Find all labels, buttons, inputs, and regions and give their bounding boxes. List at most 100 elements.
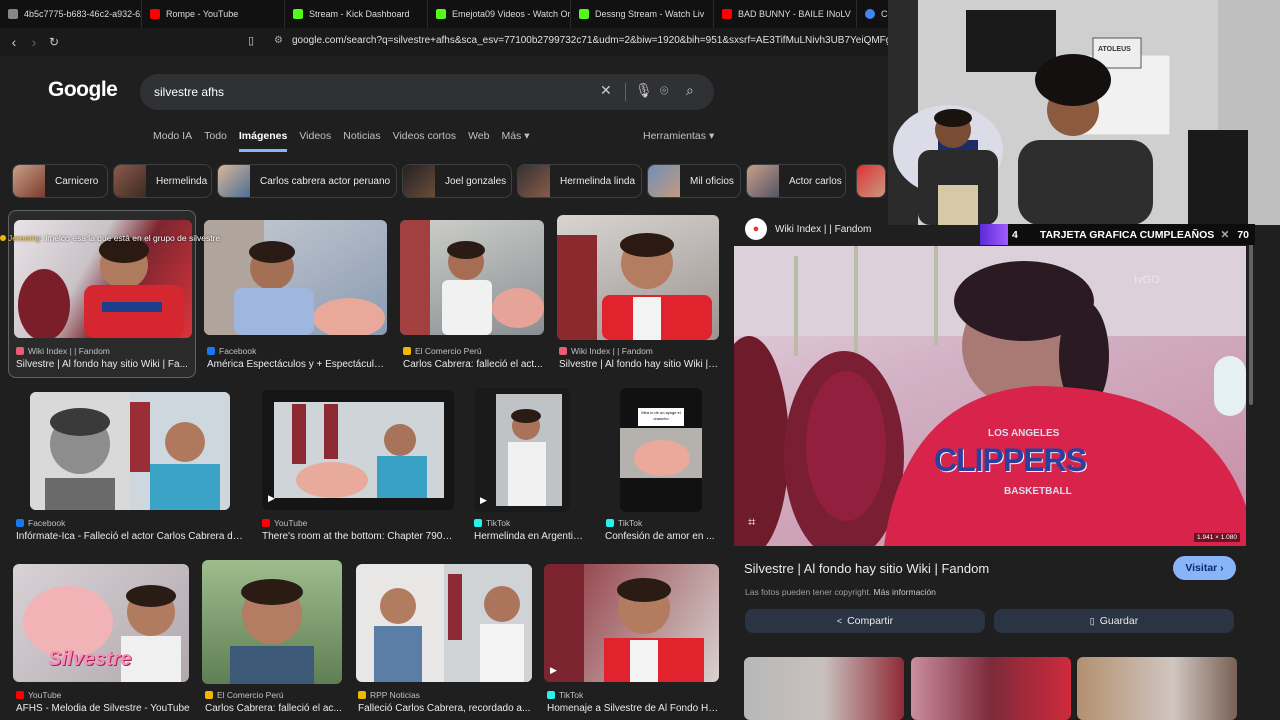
result-title[interactable]: Infórmate-Ica - Falleció el actor Carlos… bbox=[16, 531, 244, 542]
result-thumbnail[interactable] bbox=[356, 564, 532, 682]
result-title[interactable]: América Espectáculos y + Espectáculo... bbox=[207, 359, 387, 370]
result-title[interactable]: There's room at the bottom: Chapter 790 … bbox=[262, 531, 454, 542]
preview-image[interactable]: LOS ANGELES CLIPPERS BASKETBALL tvGO ⌗ 1… bbox=[734, 246, 1246, 546]
related-chip[interactable]: Actor carlos bbox=[746, 164, 846, 198]
result-title[interactable]: AFHS - Melodia de Silvestre - YouTube bbox=[16, 703, 192, 714]
browser-tab[interactable]: Dessng Stream - Watch Liv bbox=[571, 0, 714, 28]
thumbnail-art bbox=[557, 233, 712, 340]
thumbnail-art bbox=[204, 220, 385, 335]
copyright-notice: Las fotos pueden tener copyright. Más in… bbox=[745, 587, 936, 597]
lens-icon[interactable]: ⌾ bbox=[660, 82, 668, 99]
related-image[interactable] bbox=[911, 657, 1071, 720]
result-title[interactable]: Falleció Carlos Cabrera, recordado a... bbox=[358, 703, 532, 714]
result-title[interactable]: Silvestre | Al fondo hay sitio Wiki | Fa… bbox=[16, 359, 188, 370]
result-title[interactable]: Hermelinda en Argentin... bbox=[474, 531, 586, 542]
goal-count: 4 bbox=[1012, 228, 1018, 241]
tab-short-videos[interactable]: Videos cortos bbox=[393, 130, 456, 152]
related-image[interactable] bbox=[744, 657, 904, 720]
result-source: RPP Noticias bbox=[358, 690, 420, 700]
browser-tab[interactable]: BAD BUNNY - BAILE INoLV bbox=[714, 0, 857, 28]
thumbnail-art bbox=[544, 564, 704, 682]
result-source: Facebook bbox=[16, 518, 65, 528]
kick-icon bbox=[293, 9, 303, 19]
result-thumbnail[interactable]: Mira lo de un ayuge el chancho bbox=[620, 388, 702, 512]
tab-web[interactable]: Web bbox=[468, 130, 489, 152]
bookmark-icon: ▯ bbox=[1089, 615, 1095, 626]
result-title[interactable]: Silvestre | Al fondo hay sitio Wiki | ..… bbox=[559, 359, 719, 370]
browser-tab[interactable]: Emejota09 Videos - Watch On bbox=[428, 0, 571, 28]
youtube-icon bbox=[150, 9, 160, 19]
result-title[interactable]: Carlos Cabrera: falleció el ac... bbox=[205, 703, 343, 714]
microphone-icon[interactable]: 🎙 bbox=[635, 82, 653, 99]
panel-scrollbar[interactable] bbox=[1249, 235, 1253, 405]
result-thumbnail[interactable] bbox=[202, 560, 342, 684]
chat-message: Jereemy: lmelco esa la que está en el gr… bbox=[0, 233, 220, 243]
lens-search-icon[interactable]: ⌗ bbox=[748, 514, 755, 530]
related-chip[interactable] bbox=[856, 164, 886, 198]
result-thumbnail[interactable]: ▶ bbox=[544, 564, 719, 682]
tab-more[interactable]: Más ▾ bbox=[501, 130, 529, 152]
related-chip[interactable]: Hermelinda linda bbox=[517, 164, 642, 198]
result-source: Wiki Index | | Fandom bbox=[16, 346, 110, 356]
search-icon[interactable]: ⌕ bbox=[686, 82, 694, 99]
related-chip[interactable]: Joel gonzales bbox=[402, 164, 512, 198]
result-thumbnail[interactable] bbox=[30, 392, 230, 510]
tab-ai-mode[interactable]: Modo IA bbox=[153, 130, 192, 152]
google-logo[interactable]: Google bbox=[48, 78, 118, 102]
result-title[interactable]: Confesión de amor en ... bbox=[605, 531, 717, 542]
goal-badge bbox=[980, 224, 1008, 245]
result-thumbnail[interactable]: ▶ bbox=[474, 388, 570, 512]
result-thumbnail[interactable] bbox=[400, 220, 544, 335]
tools-button[interactable]: Herramientas ▾ bbox=[643, 130, 714, 142]
browser-tab[interactable]: 4b5c7775-b683-46c2-a932-62 bbox=[0, 0, 142, 28]
poster-text: ATOLEUS bbox=[1098, 46, 1131, 53]
bookmark-icon[interactable]: ▯ bbox=[248, 34, 254, 47]
facebook-icon bbox=[16, 519, 24, 527]
result-thumbnail[interactable] bbox=[204, 220, 387, 335]
youtube-icon bbox=[722, 9, 732, 19]
tab-images[interactable]: Imágenes bbox=[238, 130, 288, 152]
result-title[interactable]: Homenaje a Silvestre de Al Fondo Ha... bbox=[547, 703, 719, 714]
forward-icon[interactable]: › bbox=[24, 34, 44, 50]
close-icon[interactable]: ✕ bbox=[1221, 229, 1230, 241]
result-thumbnail[interactable] bbox=[557, 215, 719, 340]
result-thumbnail[interactable]: Silvestre bbox=[13, 564, 189, 682]
result-title[interactable]: Carlos Cabrera: falleció el act... bbox=[403, 359, 543, 370]
search-input[interactable]: silvestre afhs bbox=[154, 85, 224, 99]
chip-thumbnail bbox=[857, 165, 885, 197]
tab-videos[interactable]: Videos bbox=[299, 130, 331, 152]
preview-source[interactable]: Wiki Index | | Fandom bbox=[775, 224, 871, 235]
tab-news[interactable]: Noticias bbox=[343, 130, 380, 152]
preview-title[interactable]: Silvestre | Al fondo hay sitio Wiki | Fa… bbox=[744, 561, 989, 576]
chrome-icon bbox=[865, 9, 875, 19]
play-icon: ▶ bbox=[480, 495, 487, 505]
preview-image-art bbox=[734, 246, 1246, 546]
search-type-tabs: Modo IA Todo Imágenes Videos Noticias Vi… bbox=[153, 130, 542, 152]
result-source: El Comercio Perú bbox=[403, 346, 482, 356]
news-icon bbox=[358, 691, 366, 699]
site-info-icon[interactable]: ⚙ bbox=[274, 35, 283, 46]
related-image[interactable] bbox=[1077, 657, 1237, 720]
kick-icon bbox=[579, 9, 589, 19]
related-chip[interactable]: Carlos cabrera actor peruano bbox=[217, 164, 397, 198]
related-chip[interactable]: Carnicero bbox=[12, 164, 108, 198]
stream-goal-banner: 4 TARJETA GRAFICA CUMPLEAÑOS ✕ 70 bbox=[980, 224, 1255, 245]
result-thumbnail[interactable]: ▶ bbox=[262, 390, 454, 510]
browser-tab[interactable]: Rompe - YouTube bbox=[142, 0, 285, 28]
visit-button[interactable]: Visitar › bbox=[1173, 556, 1236, 580]
tab-all[interactable]: Todo bbox=[204, 130, 227, 152]
clear-icon[interactable]: ✕ bbox=[600, 82, 612, 99]
url-field[interactable]: google.com/search?q=silvestre+afhs&sca_e… bbox=[292, 35, 929, 46]
back-icon[interactable]: ‹ bbox=[4, 34, 24, 50]
share-button[interactable]: < Compartir bbox=[745, 609, 985, 633]
facebook-icon bbox=[207, 347, 215, 355]
related-chip[interactable]: Hermelinda bbox=[113, 164, 212, 198]
save-button[interactable]: ▯ Guardar bbox=[994, 609, 1234, 633]
browser-tab[interactable]: Stream - Kick Dashboard bbox=[285, 0, 428, 28]
news-icon bbox=[205, 691, 213, 699]
more-info-link[interactable]: Más información bbox=[874, 587, 936, 597]
search-box[interactable]: silvestre afhs ✕ 🎙 ⌾ ⌕ bbox=[140, 74, 714, 110]
related-chip[interactable]: Mil oficios bbox=[647, 164, 741, 198]
reload-icon[interactable]: ↻ bbox=[44, 35, 64, 49]
share-icon: < bbox=[836, 616, 843, 626]
